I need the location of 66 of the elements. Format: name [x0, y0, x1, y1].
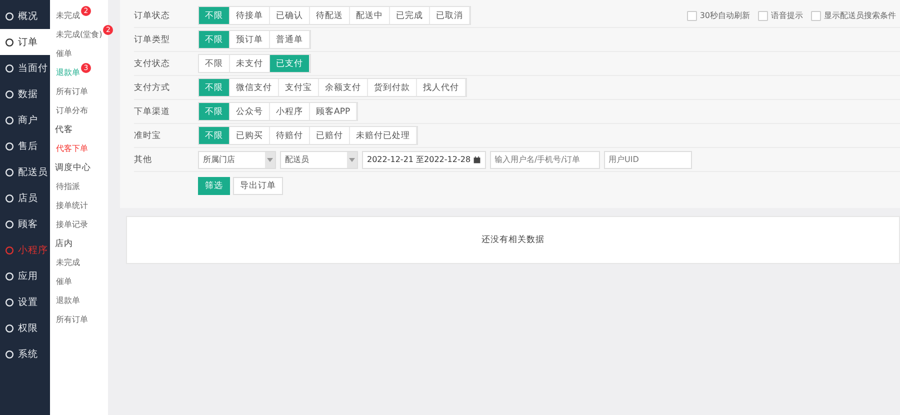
store-select[interactable]: 所属门店	[198, 150, 276, 168]
submenu-heading: 代客	[54, 124, 74, 136]
caret-icon	[347, 152, 357, 168]
filter-label: 支付状态	[134, 58, 171, 70]
courier-select[interactable]: 配送员	[280, 150, 358, 168]
circle-icon	[5, 272, 14, 280]
circle-icon	[5, 220, 14, 228]
checkbox-label: 语音提示	[771, 10, 803, 21]
submenu-item[interactable]: 所有订单	[56, 86, 88, 97]
circle-icon	[5, 298, 14, 306]
sidebar-item[interactable]: 当面付	[0, 55, 50, 81]
checkbox[interactable]	[758, 10, 768, 20]
filter-label: 支付方式	[134, 82, 171, 94]
checkbox-label: 显示配送员搜索条件	[824, 10, 896, 21]
circle-icon	[5, 246, 14, 254]
calendar-icon	[472, 156, 481, 164]
uid-search-field[interactable]: 用户UID	[604, 150, 692, 168]
circle-icon	[5, 64, 14, 72]
filter-label: 订单状态	[134, 10, 171, 22]
circle-icon	[5, 324, 14, 332]
sidebar-item[interactable]: 店员	[0, 185, 50, 211]
filter-label: 下单渠道	[134, 106, 171, 118]
sidebar-item[interactable]: 设置	[0, 289, 50, 315]
submenu-item[interactable]: 订单分布	[56, 105, 88, 116]
sidebar-item[interactable]: 售后	[0, 133, 50, 159]
submenu-item[interactable]: 催单	[56, 276, 72, 287]
sidebar-item[interactable]: 订单	[0, 29, 50, 55]
submenu-item[interactable]: 退款单	[56, 295, 80, 306]
filter-label: 其他	[134, 154, 153, 166]
submenu-heading: 调度中心	[54, 162, 92, 174]
submenu-item[interactable]: 接单统计	[56, 200, 88, 211]
checkbox-label: 30秒自动刷新	[700, 10, 750, 21]
submenu-item[interactable]: 所有订单	[56, 314, 88, 325]
checkbox[interactable]	[686, 10, 697, 20]
export-button[interactable]: 导出订单	[233, 177, 283, 195]
circle-icon	[5, 90, 14, 98]
circle-icon	[5, 12, 14, 20]
sidebar-item[interactable]: 权限	[0, 315, 50, 341]
sidebar-item[interactable]: 数据	[0, 81, 50, 107]
sidebar-item[interactable]: 商户	[0, 107, 50, 133]
submenu-heading: 店内	[54, 238, 74, 250]
circle-icon	[5, 350, 14, 358]
filter-label: 准时宝	[134, 130, 162, 142]
filter-label: 订单类型	[134, 34, 171, 46]
sidebar-item[interactable]: 应用	[0, 263, 50, 289]
sidebar-item[interactable]: 配送员	[0, 159, 50, 185]
submenu-item[interactable]: 未完成(堂食)	[56, 29, 102, 40]
sidebar-item[interactable]: 概况	[0, 3, 50, 29]
submenu-item[interactable]: 接单记录	[56, 219, 88, 230]
sidebar-item[interactable]: 系统	[0, 341, 50, 367]
empty-message: 还没有相关数据	[482, 234, 544, 246]
submenu-item[interactable]: 未完成	[56, 10, 80, 21]
submenu-item[interactable]: 未完成	[56, 257, 80, 268]
submenu-item[interactable]: 催单	[56, 48, 72, 59]
submenu-item[interactable]: 代客下单	[56, 143, 88, 154]
caret-icon	[265, 152, 275, 168]
circle-icon	[5, 116, 14, 124]
submenu-item[interactable]: 待指派	[56, 181, 80, 192]
circle-icon	[5, 142, 14, 150]
date-range-field[interactable]: 2022-12-21 至2022-12-28	[362, 150, 486, 168]
circle-icon	[5, 168, 14, 176]
user-search-field[interactable]: 输入用户名/手机号/订单	[490, 150, 600, 168]
checkbox[interactable]	[811, 10, 821, 20]
sidebar-item[interactable]: 顾客	[0, 211, 50, 237]
circle-icon	[5, 194, 14, 202]
circle-icon	[5, 38, 14, 46]
